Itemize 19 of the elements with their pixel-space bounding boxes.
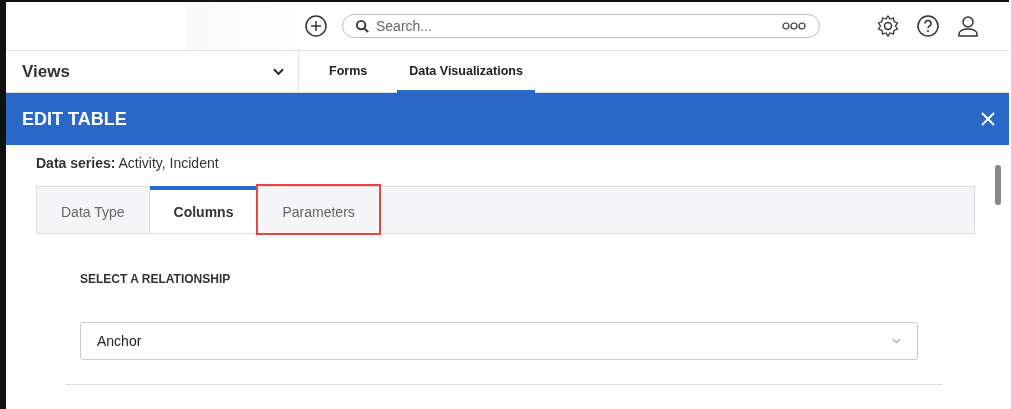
chevron-down-icon[interactable] xyxy=(273,67,284,76)
views-label: Views xyxy=(22,61,70,82)
chevron-down-icon xyxy=(892,338,901,344)
dialog-title: EDIT TABLE xyxy=(22,108,127,130)
section-label: SELECT A RELATIONSHIP xyxy=(80,272,232,286)
close-icon[interactable] xyxy=(981,112,995,126)
search-icon xyxy=(355,19,370,34)
user-icon[interactable] xyxy=(956,14,980,38)
help-icon[interactable] xyxy=(916,14,940,38)
relationship-select[interactable]: Anchor xyxy=(80,322,918,360)
settings-icon[interactable] xyxy=(876,14,900,38)
add-icon[interactable] xyxy=(304,14,328,38)
tab[interactable]: Parameters xyxy=(258,186,379,233)
more-icon[interactable] xyxy=(782,22,806,30)
search-field[interactable]: Search... xyxy=(342,14,820,38)
tab[interactable]: Data Type xyxy=(37,186,150,233)
tab[interactable]: Columns xyxy=(149,186,259,233)
nav-tab[interactable]: Forms xyxy=(317,51,380,93)
data-series-text: Data series: Activity, Incident xyxy=(36,155,220,171)
